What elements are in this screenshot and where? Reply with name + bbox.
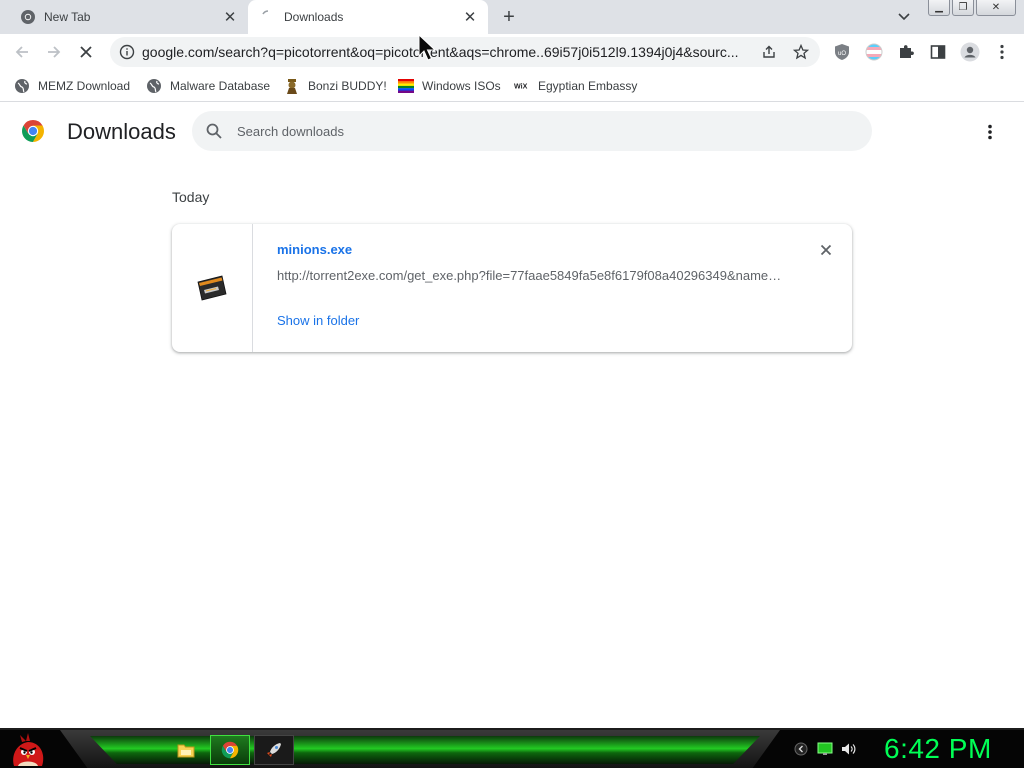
tab-downloads[interactable]: Downloads ✕	[248, 0, 488, 34]
remove-download-icon[interactable]	[816, 240, 836, 260]
browser-menu-icon[interactable]	[992, 42, 1012, 62]
taskbar-file-explorer-icon[interactable]	[166, 735, 206, 765]
date-section-header: Today	[172, 189, 210, 205]
rainbow-flag-icon	[398, 78, 414, 94]
extension-flag-icon[interactable]	[864, 42, 884, 62]
tab-close-icon[interactable]: ✕	[460, 7, 480, 27]
taskbar-clock[interactable]: 6:42 PM	[884, 733, 992, 765]
info-icon[interactable]	[119, 44, 135, 60]
search-downloads-input[interactable]	[237, 123, 837, 139]
bookmark-label: MEMZ Download	[38, 79, 131, 93]
download-filename-link[interactable]: minions.exe	[277, 242, 352, 257]
bookmark-label: Bonzi BUDDY!	[308, 79, 387, 93]
tray-network-icon[interactable]	[816, 740, 834, 758]
address-bar[interactable]: google.com/search?q=picotorrent&oq=picot…	[110, 37, 820, 67]
forward-icon[interactable]	[44, 42, 64, 62]
mouse-cursor-icon	[418, 34, 438, 62]
extensions-puzzle-icon[interactable]	[896, 42, 916, 62]
bonzi-icon	[284, 78, 300, 94]
tray-arrow-icon[interactable]	[792, 740, 810, 758]
tab-close-icon[interactable]: ✕	[220, 7, 240, 27]
wix-icon: WiX	[514, 78, 530, 94]
page-title: Downloads	[67, 119, 176, 144]
tab-search-icon[interactable]	[894, 8, 914, 26]
tray-volume-icon[interactable]	[840, 740, 858, 758]
taskbar: 6:42 PM	[0, 728, 1024, 768]
taskbar-chrome-icon[interactable]	[210, 735, 250, 765]
bookmark-label: Windows ISOs	[422, 79, 501, 93]
profile-avatar-icon[interactable]	[960, 42, 980, 62]
bookmark-bonzi-buddy[interactable]: Bonzi BUDDY!	[284, 76, 387, 96]
bookmark-windows-isos[interactable]: Windows ISOs	[398, 76, 501, 96]
start-button-angry-bird-icon[interactable]	[8, 730, 48, 768]
svg-text:WiX: WiX	[514, 83, 528, 91]
bookmark-malware-database[interactable]: Malware Database	[146, 76, 270, 96]
back-icon[interactable]	[12, 42, 32, 62]
chrome-icon	[20, 9, 36, 25]
show-in-folder-link[interactable]: Show in folder	[277, 313, 359, 328]
restore-icon[interactable]: ❐	[952, 0, 974, 16]
search-icon	[205, 122, 223, 140]
ublock-icon[interactable]: uO	[832, 42, 852, 62]
tab-title: Downloads	[284, 10, 344, 24]
stop-icon[interactable]	[76, 42, 96, 62]
bookmark-memz-download[interactable]: MEMZ Download	[14, 76, 130, 96]
download-item-card: minions.exe http://torrent2exe.com/get_e…	[172, 224, 852, 352]
bookmark-egyptian-embassy[interactable]: WiX Egyptian Embassy	[514, 76, 637, 96]
minimize-icon[interactable]: ▁	[928, 0, 950, 16]
globe-icon	[14, 78, 30, 94]
side-panel-icon[interactable]	[928, 42, 948, 62]
downloads-page: Downloads Today minions.exe http://torre…	[0, 103, 1024, 728]
browser-toolbar: google.com/search?q=picotorrent&oq=picot…	[0, 34, 1024, 70]
more-actions-icon[interactable]	[980, 121, 1000, 143]
executable-file-icon	[196, 274, 228, 302]
new-tab-button[interactable]: +	[498, 6, 520, 28]
window-close-icon[interactable]: ✕	[976, 0, 1016, 16]
loading-icon	[260, 9, 276, 25]
globe-icon	[146, 78, 162, 94]
chrome-logo-icon	[21, 119, 45, 143]
tab-title: New Tab	[44, 10, 91, 24]
url-text: google.com/search?q=picotorrent&oq=picot…	[142, 44, 739, 60]
window-controls: ▁ ❐ ✕	[928, 0, 1016, 16]
svg-text:uO: uO	[838, 51, 846, 57]
tab-new-tab[interactable]: New Tab ✕	[8, 0, 248, 34]
file-type-icon-cell	[172, 224, 253, 352]
tab-strip: New Tab ✕ Downloads ✕ + ▁ ❐ ✕	[0, 0, 1024, 34]
bookmark-star-icon[interactable]	[792, 43, 810, 61]
download-source-url[interactable]: http://torrent2exe.com/get_exe.php?file=…	[277, 268, 782, 283]
bookmarks-bar: MEMZ Download Malware Database Bonzi BUD…	[0, 70, 1024, 102]
bookmark-label: Malware Database	[170, 79, 271, 93]
search-bar[interactable]	[192, 111, 872, 151]
bookmark-label: Egyptian Embassy	[538, 79, 638, 93]
taskbar-rocket-icon[interactable]	[254, 735, 294, 765]
share-icon[interactable]	[760, 43, 778, 61]
